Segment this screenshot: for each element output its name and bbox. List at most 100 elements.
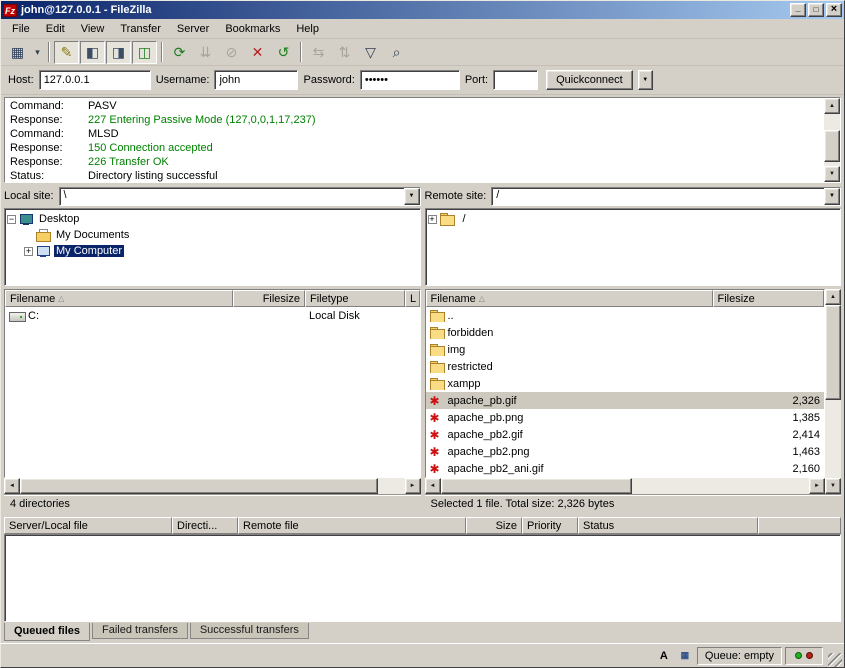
minimize-button[interactable]: _	[790, 3, 806, 17]
local-horizontal-scrollbar[interactable]: ◄ ►	[4, 478, 421, 494]
toggle-queue-button[interactable]: ◫	[132, 41, 157, 64]
tree-item-my-documents[interactable]: My Documents	[7, 227, 418, 243]
activity-indicator	[785, 647, 823, 665]
scroll-up-button[interactable]: ▲	[824, 98, 840, 114]
scroll-track[interactable]	[824, 114, 840, 166]
filetype: Local Disk	[305, 310, 405, 322]
scroll-track[interactable]	[825, 305, 841, 478]
username-input[interactable]	[214, 70, 298, 90]
remote-file-row[interactable]: ✱apache_pb2.gif 2,414	[426, 426, 825, 443]
column-header-filesize[interactable]: Filesize	[713, 290, 825, 307]
column-header-status[interactable]: Status	[578, 517, 758, 534]
process-queue-button[interactable]: ⇊	[193, 41, 218, 64]
menu-bookmarks[interactable]: Bookmarks	[217, 21, 288, 37]
tab-successful-transfers[interactable]: Successful transfers	[190, 623, 309, 639]
refresh-button[interactable]: ⟳	[167, 41, 192, 64]
remote-file-row[interactable]: img	[426, 341, 825, 358]
expand-icon[interactable]: +	[428, 215, 437, 224]
scroll-track[interactable]	[441, 478, 810, 494]
search-button[interactable]: ⌕	[384, 41, 409, 64]
menu-view[interactable]: View	[73, 21, 113, 37]
local-file-list-zone: Filename△ Filesize Filetype L C: Local D…	[4, 289, 421, 494]
column-header-remote-file[interactable]: Remote file	[238, 517, 466, 534]
tree-item-root[interactable]: + /	[428, 211, 839, 227]
scroll-thumb[interactable]	[441, 478, 633, 494]
port-input[interactable]	[493, 70, 538, 90]
column-header-filesize[interactable]: Filesize	[233, 290, 305, 307]
log-text: 227 Entering Passive Mode (127,0,0,1,17,…	[88, 113, 315, 127]
column-header-priority[interactable]: Priority	[522, 517, 578, 534]
remote-file-row[interactable]: restricted	[426, 358, 825, 375]
resize-grip[interactable]	[828, 653, 842, 667]
menu-help[interactable]: Help	[288, 21, 327, 37]
chevron-down-icon[interactable]: ▼	[824, 188, 840, 205]
local-site-label: Local site:	[4, 190, 54, 202]
chevron-down-icon[interactable]: ▼	[404, 188, 420, 205]
remote-file-row[interactable]: ✱apache_pb2.png 1,463	[426, 443, 825, 460]
tree-item-desktop[interactable]: − Desktop	[7, 211, 418, 227]
socket-status-icon[interactable]: ▦	[676, 648, 694, 664]
column-header-filename[interactable]: Filename△	[5, 290, 233, 307]
scroll-left-button[interactable]: ◄	[4, 478, 20, 494]
site-manager-dropdown-button[interactable]: ▾	[31, 41, 44, 64]
transfer-type-icon[interactable]: A	[655, 648, 673, 664]
toggle-local-tree-button[interactable]: ◧	[80, 41, 105, 64]
tree-item-my-computer[interactable]: + My Computer	[7, 243, 418, 259]
tab-queued-files[interactable]: Queued files	[4, 623, 90, 641]
scroll-left-button[interactable]: ◄	[425, 478, 441, 494]
filter-button[interactable]: ▽	[358, 41, 383, 64]
column-header-filetype[interactable]: Filetype	[305, 290, 405, 307]
host-input[interactable]	[39, 70, 151, 90]
receive-led-icon	[806, 652, 813, 659]
menu-server[interactable]: Server	[169, 21, 217, 37]
filesize: 1,463	[713, 446, 825, 458]
close-button[interactable]: ×	[826, 3, 842, 17]
log-scrollbar[interactable]: ▲ ▼	[824, 98, 840, 182]
scroll-down-button[interactable]: ▼	[825, 478, 841, 494]
collapse-icon[interactable]: −	[7, 215, 16, 224]
tab-failed-transfers[interactable]: Failed transfers	[92, 623, 188, 639]
menu-file[interactable]: File	[4, 21, 38, 37]
disconnect-button[interactable]: ✕	[245, 41, 270, 64]
password-input[interactable]	[360, 70, 460, 90]
scroll-right-button[interactable]: ►	[809, 478, 825, 494]
quickconnect-button[interactable]: Quickconnect	[546, 70, 633, 90]
quickconnect-dropdown-button[interactable]: ▼	[638, 70, 653, 90]
local-site-combo[interactable]: \ ▼	[59, 187, 421, 206]
local-file-row[interactable]: C: Local Disk	[5, 307, 420, 324]
toggle-remote-tree-button[interactable]: ◨	[106, 41, 131, 64]
expand-icon[interactable]: +	[24, 247, 33, 256]
scroll-thumb[interactable]	[20, 478, 378, 494]
column-header-direction[interactable]: Directi...	[172, 517, 238, 534]
folder-icon	[430, 378, 446, 390]
scroll-track[interactable]	[20, 478, 405, 494]
remote-file-row-selected[interactable]: ✱apache_pb.gif 2,326	[426, 392, 825, 409]
remote-file-row[interactable]: ✱apache_pb2_ani.gif 2,160	[426, 460, 825, 477]
remote-site-combo[interactable]: / ▼	[491, 187, 841, 206]
toggle-message-log-button[interactable]: ✎	[54, 41, 79, 64]
column-header-size[interactable]: Size	[466, 517, 522, 534]
scroll-up-button[interactable]: ▲	[825, 289, 841, 305]
remote-file-row[interactable]: ..	[426, 307, 825, 324]
scroll-thumb[interactable]	[824, 130, 840, 162]
scroll-right-button[interactable]: ►	[405, 478, 421, 494]
remote-horizontal-scrollbar[interactable]: ◄ ►	[425, 478, 826, 494]
remote-vertical-scrollbar[interactable]: ▲ ▼	[825, 289, 841, 494]
remote-file-row[interactable]: ✱apache_pb.png 1,385	[426, 409, 825, 426]
column-header-filename[interactable]: Filename△	[426, 290, 713, 307]
column-header-truncated[interactable]: L	[405, 290, 420, 307]
site-manager-button[interactable]: ▦	[5, 41, 30, 64]
maximize-button[interactable]: □	[808, 3, 824, 17]
remote-file-row[interactable]: xampp	[426, 375, 825, 392]
scroll-down-button[interactable]: ▼	[824, 166, 840, 182]
remote-file-row[interactable]: forbidden	[426, 324, 825, 341]
synchronized-browsing-button[interactable]: ⇅	[332, 41, 357, 64]
column-header-server-local-file[interactable]: Server/Local file	[4, 517, 172, 534]
reconnect-button[interactable]: ↺	[271, 41, 296, 64]
menu-transfer[interactable]: Transfer	[112, 21, 169, 37]
sort-asc-icon: △	[58, 294, 64, 303]
scroll-thumb[interactable]	[825, 305, 841, 400]
menu-edit[interactable]: Edit	[38, 21, 73, 37]
cancel-button[interactable]: ⊘	[219, 41, 244, 64]
directory-comparison-button[interactable]: ⇆	[306, 41, 331, 64]
